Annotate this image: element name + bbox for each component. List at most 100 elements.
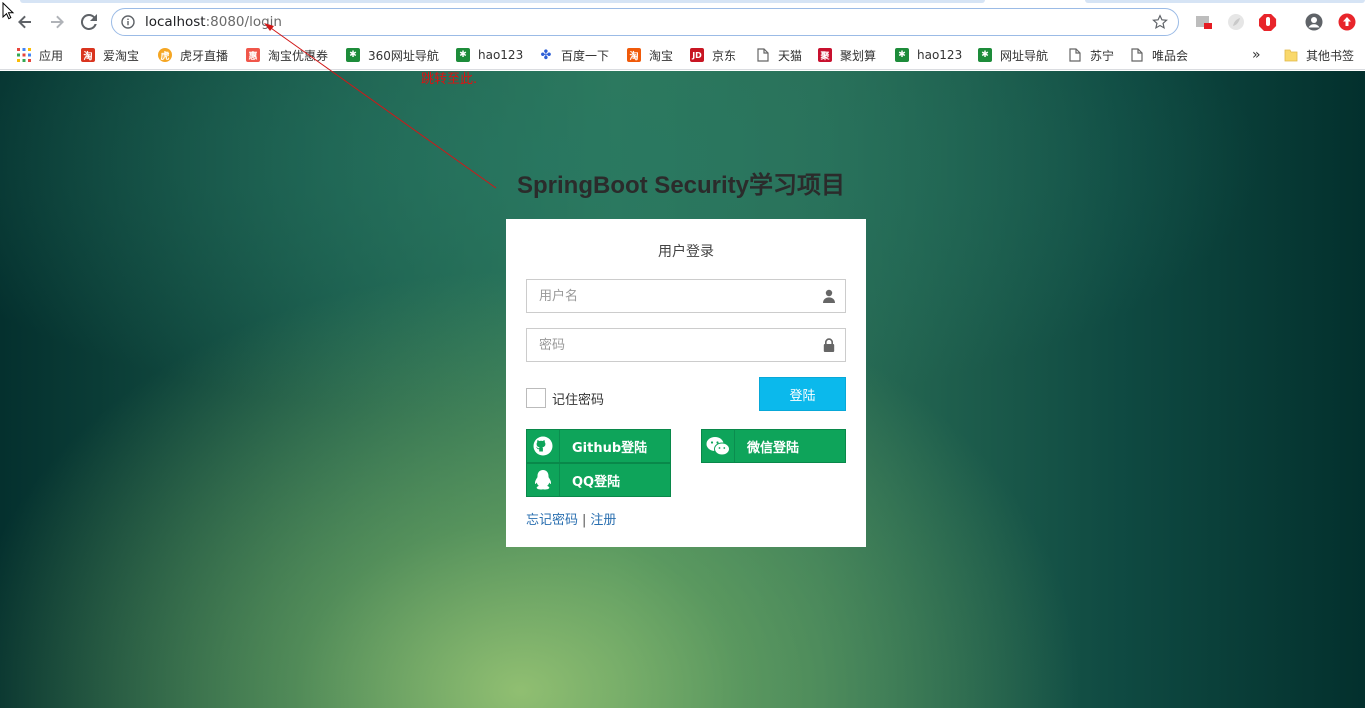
- juhuasuan-icon: 聚: [818, 48, 832, 62]
- github-icon: [527, 430, 560, 462]
- github-login-button[interactable]: Github登陆: [526, 429, 671, 463]
- site-360-icon: ✱: [346, 48, 360, 62]
- qq-login-label: QQ登陆: [572, 474, 621, 490]
- bookmark-tmall[interactable]: 天猫: [756, 46, 802, 64]
- extension-adblock-button[interactable]: [1259, 13, 1277, 32]
- chevron-double-right-icon: »: [1252, 47, 1261, 63]
- bookmark-taobao[interactable]: 淘 淘宝: [627, 46, 673, 64]
- github-login-label: Github登陆: [572, 440, 648, 456]
- wechat-login-label: 微信登陆: [747, 440, 800, 456]
- page-icon: [1068, 48, 1082, 62]
- bookmarks-overflow-button[interactable]: »: [1252, 46, 1261, 64]
- annotation-text: 跳转至此.: [421, 72, 478, 87]
- aitaobao-icon: 淘: [81, 48, 95, 62]
- qq-penguin-icon: [527, 464, 560, 496]
- back-button[interactable]: [14, 11, 36, 33]
- bookmark-juhuasuan[interactable]: 聚 聚划算: [818, 46, 876, 64]
- account-avatar-icon: [1305, 13, 1323, 31]
- reload-button[interactable]: [78, 11, 100, 33]
- jd-icon: JD: [690, 48, 704, 62]
- url-port: :8080: [205, 14, 245, 30]
- bookmark-label: 网址导航: [1000, 48, 1049, 63]
- bookmark-hao123-2[interactable]: ✱ hao123: [895, 46, 962, 64]
- bookmark-baidu[interactable]: ✤ 百度一下: [539, 46, 609, 64]
- other-bookmarks-folder[interactable]: 其他书签: [1284, 46, 1354, 64]
- arrow-left-icon: [18, 15, 31, 29]
- remember-label: 记住密码: [552, 392, 605, 408]
- url-host: localhost: [145, 14, 206, 30]
- profile-button[interactable]: [1305, 13, 1323, 31]
- page-icon: [756, 48, 770, 62]
- link-separator: |: [582, 513, 587, 528]
- adblock-hand-icon: [1259, 13, 1277, 32]
- browser-chrome: localhost:8080/login 应用 淘 爱淘宝 虎 虎牙直播 惠 淘…: [0, 0, 1365, 71]
- coupon-icon: 惠: [246, 48, 260, 62]
- bookmark-huya[interactable]: 虎 虎牙直播: [158, 46, 228, 64]
- bookmark-label: 360网址导航: [368, 48, 439, 63]
- bookmark-label: hao123: [478, 48, 524, 62]
- folder-icon: [1284, 48, 1298, 62]
- bookmark-aitaobao[interactable]: 淘 爱淘宝: [81, 46, 139, 64]
- hao123-icon: ✱: [456, 48, 470, 62]
- bookmark-label: 爱淘宝: [103, 48, 140, 63]
- arrow-right-icon: [51, 15, 64, 29]
- extension-disabled-button[interactable]: [1227, 13, 1245, 31]
- bookmark-label: 京东: [712, 48, 737, 63]
- page-title: SpringBoot Security学习项目: [517, 172, 846, 199]
- bookmark-label: hao123: [917, 48, 963, 62]
- leaf-extension-icon: [1228, 14, 1244, 30]
- url-path: /login: [244, 14, 282, 30]
- bookmark-star-icon[interactable]: [1151, 13, 1169, 31]
- bookmark-label: 唯品会: [1152, 48, 1189, 63]
- info-icon[interactable]: [121, 15, 135, 29]
- password-input[interactable]: [527, 329, 817, 361]
- extension-screenshot-button[interactable]: [1195, 13, 1213, 31]
- forgot-password-link[interactable]: 忘记密码: [526, 513, 578, 528]
- bookmark-360[interactable]: ✱ 360网址导航: [346, 46, 439, 64]
- bookmark-label: 聚划算: [840, 48, 877, 63]
- update-arrow-icon: [1338, 13, 1356, 31]
- reload-icon: [81, 14, 97, 30]
- login-heading: 用户登录: [658, 244, 714, 260]
- baidu-paw-icon: ✤: [540, 47, 552, 63]
- hao123-icon: ✱: [895, 48, 909, 62]
- screenshot-extension-icon: [1196, 16, 1212, 29]
- username-input[interactable]: [527, 280, 817, 312]
- bookmark-label: 淘宝: [649, 48, 674, 63]
- login-page-background: SpringBoot Security学习项目 用户登录 记住密码 登陆 Git…: [0, 71, 1365, 708]
- bookmark-coupon[interactable]: 惠 淘宝优惠券: [246, 46, 328, 64]
- bookmark-hao123[interactable]: ✱ hao123: [456, 46, 523, 64]
- bookmark-vip[interactable]: 唯品会: [1130, 46, 1188, 64]
- bookmark-apps[interactable]: 应用: [17, 46, 63, 64]
- username-field[interactable]: [526, 279, 846, 313]
- user-icon: [823, 289, 835, 303]
- mouse-cursor-icon: [2, 2, 15, 20]
- register-link[interactable]: 注册: [590, 513, 616, 528]
- bookmarks-bar: 应用 淘 爱淘宝 虎 虎牙直播 惠 淘宝优惠券 ✱ 360网址导航 ✱ hao1…: [0, 41, 1365, 70]
- wechat-icon: [702, 430, 735, 462]
- url-text[interactable]: localhost:8080/login: [145, 14, 282, 30]
- login-button[interactable]: 登陆: [759, 377, 846, 411]
- bookmark-site-nav[interactable]: ✱ 网址导航: [978, 46, 1048, 64]
- qq-login-button[interactable]: QQ登陆: [526, 463, 671, 497]
- wechat-login-button[interactable]: 微信登陆: [701, 429, 846, 463]
- update-button[interactable]: [1338, 13, 1356, 31]
- remember-me[interactable]: 记住密码: [526, 386, 604, 410]
- bookmark-label: 淘宝优惠券: [268, 48, 329, 63]
- bookmark-label: 天猫: [778, 48, 803, 63]
- forward-button[interactable]: [46, 11, 68, 33]
- page-icon: [1130, 48, 1144, 62]
- login-card: 用户登录 记住密码 登陆 Github登陆 微信登陆: [506, 219, 866, 547]
- browser-toolbar: localhost:8080/login: [0, 4, 1365, 40]
- lock-icon: [823, 338, 835, 352]
- remember-checkbox[interactable]: [526, 388, 546, 408]
- huya-icon: 虎: [158, 48, 172, 62]
- password-field[interactable]: [526, 328, 846, 362]
- bookmark-suning[interactable]: 苏宁: [1068, 46, 1114, 64]
- address-bar[interactable]: localhost:8080/login: [111, 8, 1179, 36]
- bookmark-jd[interactable]: JD 京东: [690, 46, 736, 64]
- bookmark-label: 百度一下: [561, 48, 610, 63]
- bookmark-label: 苏宁: [1090, 48, 1115, 63]
- taobao-icon: 淘: [627, 48, 641, 62]
- bookmark-label: 虎牙直播: [180, 48, 229, 63]
